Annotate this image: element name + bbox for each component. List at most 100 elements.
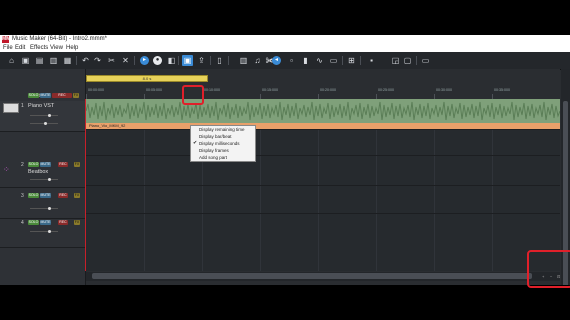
track-number: 1: [21, 103, 24, 109]
undo-icon[interactable]: ↶: [80, 55, 91, 66]
settings-icon[interactable]: ▪: [366, 55, 377, 66]
toolbar-separator: [228, 56, 229, 65]
solo-button[interactable]: SOLO: [28, 93, 39, 98]
crop-icon[interactable]: ◲: [390, 55, 401, 66]
menu-item-display-remaining-time[interactable]: Display remaining time: [199, 127, 245, 132]
track-header-panel: Pitches 1 Piano VST SOLO MUTE REC FX ⁘ 2…: [0, 69, 86, 285]
track-number: 3: [21, 193, 24, 199]
ruler-tick: 00:35:000: [494, 88, 510, 92]
app-window: MM Music Maker (64-Bit) - Intro2.mmm* Fi…: [0, 35, 570, 285]
pan-slider[interactable]: [30, 122, 58, 125]
ruler-tick: 00:00:000: [88, 88, 104, 92]
mute-button[interactable]: MUTE: [40, 193, 51, 198]
object-label: Piano_Vio_MKM_92: [89, 123, 126, 128]
volume-knob[interactable]: [48, 230, 51, 233]
menu-item-display-frames[interactable]: Display frames: [199, 148, 229, 153]
toolbar-separator: [342, 56, 343, 65]
toolbar-separator: [178, 56, 179, 65]
redo-icon[interactable]: ↷: [92, 55, 103, 66]
menu-help[interactable]: Help: [66, 44, 78, 52]
audio-object[interactable]: Piano_Vio_MKM_92: [86, 99, 560, 129]
close-icon[interactable]: ✕: [120, 55, 131, 66]
fx-button[interactable]: FX: [73, 93, 79, 98]
window-title: Music Maker (64-Bit) - Intro2.mmm*: [12, 36, 108, 42]
upload-icon[interactable]: ⇪: [196, 55, 207, 66]
track-4[interactable]: 4 SOLO MUTE REC FX: [0, 219, 85, 248]
context-menu: Display remaining time Display bar/beat …: [190, 125, 256, 162]
track-3[interactable]: 3 SOLO MUTE REC FX: [0, 188, 85, 219]
ruler-tick: 00:10:000: [204, 88, 220, 92]
solo-button[interactable]: SOLO: [28, 193, 39, 198]
menu-item-display-bar-beat[interactable]: Display bar/beat: [199, 134, 232, 139]
menu-view[interactable]: View: [50, 44, 63, 52]
waveform-icon[interactable]: ∿: [314, 55, 325, 66]
timeline-icon[interactable]: ▭: [420, 55, 431, 66]
ruler-tick: 00:05:000: [146, 88, 162, 92]
file-icon[interactable]: ▤: [34, 55, 45, 66]
arranger-area[interactable]: Piano_Vio_MKM_92: [86, 99, 560, 271]
timeline-ruler[interactable]: 8.0 s 00:00:000 00:05:000 00:10:000 00:1…: [86, 69, 560, 100]
fx-button[interactable]: FX: [74, 193, 80, 198]
folder-icon[interactable]: ▥: [48, 55, 59, 66]
split-icon[interactable]: ◧: [166, 55, 177, 66]
menu-effects[interactable]: Effects: [30, 44, 48, 52]
fx-button[interactable]: FX: [74, 220, 80, 225]
ruler-tick: 00:30:000: [436, 88, 452, 92]
record-button[interactable]: REC: [58, 220, 68, 225]
film-icon[interactable]: ▭: [328, 55, 339, 66]
highlight-box: [527, 250, 570, 288]
volume-knob[interactable]: [48, 114, 51, 117]
fx-button[interactable]: FX: [74, 162, 80, 167]
track-lane-divider: [86, 213, 560, 214]
loop-range[interactable]: 8.0 s: [86, 75, 208, 82]
object-title-bar: [86, 123, 560, 129]
solo-button[interactable]: SOLO: [28, 162, 39, 167]
menu-edit[interactable]: Edit: [15, 44, 25, 52]
mixer-icon[interactable]: ▮: [300, 55, 311, 66]
grid-icon[interactable]: ⊞: [346, 55, 357, 66]
solo-button[interactable]: SOLO: [28, 220, 39, 225]
screen-icon[interactable]: ▣: [182, 55, 193, 66]
volume-slider[interactable]: [30, 207, 58, 210]
highlight-box: [182, 85, 204, 105]
menu-bar: File Edit Effects View Help: [0, 44, 570, 52]
mute-button[interactable]: MUTE: [40, 93, 51, 98]
record-icon[interactable]: ●: [153, 56, 162, 65]
menu-item-add-song-part[interactable]: Add song part: [199, 155, 227, 160]
piano-icon[interactable]: ▥: [238, 55, 249, 66]
menu-item-display-milliseconds[interactable]: Display milliseconds: [199, 141, 240, 146]
checkmark-icon: ✔: [193, 140, 198, 146]
menu-file[interactable]: File: [3, 44, 13, 52]
pan-knob[interactable]: [44, 122, 47, 125]
save-icon[interactable]: ▣: [20, 55, 31, 66]
playhead-marker[interactable]: [85, 99, 86, 271]
volume-knob[interactable]: [48, 207, 51, 210]
record-button[interactable]: REC: [52, 93, 72, 98]
record-button[interactable]: REC: [58, 193, 68, 198]
stop-icon[interactable]: ▫: [286, 55, 297, 66]
music-note-icon[interactable]: ♫: [252, 55, 263, 66]
home-icon[interactable]: ⌂: [6, 55, 17, 66]
app-icon: MM: [2, 36, 11, 43]
horizontal-scroll-thumb[interactable]: [92, 273, 532, 279]
document-icon[interactable]: ▯: [214, 55, 225, 66]
record-button[interactable]: REC: [58, 162, 68, 167]
track-2[interactable]: ⁘ 2 SOLO MUTE REC FX Beatbox: [0, 161, 85, 188]
track-1[interactable]: 1 Piano VST SOLO MUTE REC FX: [0, 93, 85, 132]
volume-knob[interactable]: [48, 178, 51, 181]
toolbar-separator: [134, 56, 135, 65]
mute-button[interactable]: MUTE: [40, 220, 51, 225]
volume-slider[interactable]: [30, 114, 58, 117]
mute-button[interactable]: MUTE: [40, 162, 51, 167]
track-name: Piano VST: [28, 103, 55, 109]
cut-icon[interactable]: ✂: [106, 55, 117, 66]
track-lane-divider: [86, 129, 560, 130]
play-icon[interactable]: ▸: [140, 56, 149, 65]
volume-slider[interactable]: [30, 178, 58, 181]
rewind-icon[interactable]: ◂: [272, 56, 281, 65]
track-lane-divider: [86, 155, 560, 156]
disk-icon[interactable]: ▦: [62, 55, 73, 66]
volume-slider[interactable]: [30, 230, 58, 233]
toolbar-separator: [416, 56, 417, 65]
monitor-icon[interactable]: ▢: [402, 55, 413, 66]
